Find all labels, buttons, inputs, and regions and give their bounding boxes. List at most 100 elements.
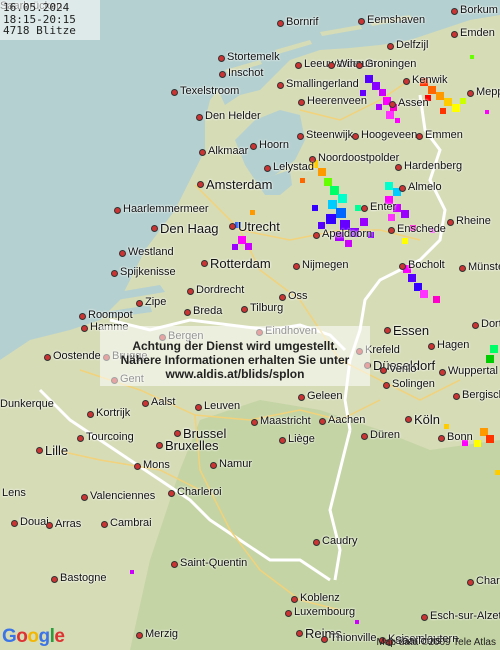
google-logo[interactable]: Google xyxy=(2,626,65,648)
city-label: Amsterdam xyxy=(206,177,273,192)
city-marker xyxy=(321,636,328,643)
city-label: Emden xyxy=(460,27,495,39)
city-label: Aalst xyxy=(151,396,176,408)
city-marker xyxy=(171,561,178,568)
strike-count-label: 4718 Blitze xyxy=(3,24,76,37)
city-marker xyxy=(405,416,412,423)
city-marker xyxy=(439,369,446,376)
city-label: Roompot xyxy=(88,309,133,321)
city-marker xyxy=(352,133,359,140)
city-marker xyxy=(196,114,203,121)
city-label: Kortrijk xyxy=(96,407,131,419)
city-marker xyxy=(219,71,226,78)
city-label: Dordrecht xyxy=(196,284,245,296)
city-label: Solingen xyxy=(392,378,435,390)
city-marker xyxy=(399,263,406,270)
city-label: Emmen xyxy=(425,129,463,141)
city-label: Saint-Quentin xyxy=(180,557,248,569)
city-marker xyxy=(389,101,396,108)
city-marker xyxy=(81,325,88,332)
city-marker xyxy=(11,520,18,527)
map-attribution[interactable]: Map data ©2009 Tele Atlas xyxy=(377,637,497,648)
city-marker xyxy=(472,322,479,329)
city-marker xyxy=(387,43,394,50)
city-marker xyxy=(438,435,445,442)
city-label: Apeldoorn xyxy=(322,228,373,240)
city-label: Hardenberg xyxy=(404,160,463,172)
city-marker xyxy=(421,614,428,621)
city-marker xyxy=(361,433,368,440)
city-label: Leuven xyxy=(204,400,241,412)
city-label: Texelstroom xyxy=(180,85,240,97)
city-marker xyxy=(79,313,86,320)
city-marker xyxy=(87,411,94,418)
city-label: Heerenveen xyxy=(307,95,367,107)
date-label: 16.05.2024 xyxy=(3,1,70,14)
city-label: Aachen xyxy=(328,414,366,426)
city-label: Assen xyxy=(398,97,429,109)
city-marker xyxy=(134,463,141,470)
city-label: Arras xyxy=(55,518,82,530)
city-marker xyxy=(174,430,181,437)
city-marker xyxy=(114,207,121,214)
city-marker xyxy=(151,225,158,232)
city-marker xyxy=(136,632,143,639)
city-label: Charleroi xyxy=(177,486,222,498)
city-label: Spijkenisse xyxy=(120,266,176,278)
city-label: Charleville-Mézières xyxy=(476,575,500,587)
city-marker xyxy=(197,181,204,188)
city-label: Bonn xyxy=(447,431,473,443)
lightning-map[interactable]: BorkumEmdenBornrifEemshavenStortemelkLee… xyxy=(0,0,500,650)
city-label: Düren xyxy=(370,429,400,441)
city-marker xyxy=(279,294,286,301)
city-marker xyxy=(416,133,423,140)
city-marker xyxy=(459,265,466,272)
city-marker xyxy=(285,610,292,617)
city-marker xyxy=(447,219,454,226)
city-marker xyxy=(229,223,236,230)
city-marker xyxy=(171,89,178,96)
city-label: Westland xyxy=(128,246,174,258)
city-marker xyxy=(395,164,402,171)
notice-line-2: Nähere Informationen erhalten Sie unter xyxy=(120,353,350,367)
city-label: Münster xyxy=(468,261,500,273)
city-marker xyxy=(328,62,335,69)
city-label: Almelo xyxy=(408,181,442,193)
city-label: Enschede xyxy=(397,223,446,235)
city-marker xyxy=(277,82,284,89)
city-label: Bocholt xyxy=(408,259,445,271)
city-marker xyxy=(201,260,208,267)
city-label: Hagen xyxy=(437,339,470,351)
city-label: Noordoostpolder xyxy=(318,152,400,164)
city-label: Enter xyxy=(370,201,397,213)
city-label: Hoogeveen xyxy=(361,129,418,141)
city-label: Geleen xyxy=(307,390,343,402)
city-marker xyxy=(383,382,390,389)
city-marker xyxy=(111,270,118,277)
city-label: Valenciennes xyxy=(90,490,156,502)
city-label: Stortemelk xyxy=(227,51,280,63)
city-label: Essen xyxy=(393,323,430,338)
city-marker xyxy=(361,205,368,212)
city-marker xyxy=(195,404,202,411)
notice-link[interactable]: www.aldis.at/blids/splon xyxy=(100,367,370,381)
city-marker xyxy=(279,437,286,444)
city-label: Dunkerque xyxy=(0,398,54,410)
city-marker xyxy=(241,306,248,313)
city-label: Thionville xyxy=(330,632,377,644)
city-marker xyxy=(451,31,458,38)
city-marker xyxy=(251,419,258,426)
city-label: Delfzijl xyxy=(396,39,429,51)
city-marker xyxy=(77,435,84,442)
city-marker xyxy=(156,442,163,449)
city-marker xyxy=(264,165,271,172)
city-marker xyxy=(451,8,458,15)
city-label: Smallingerland xyxy=(286,78,359,90)
city-label: Oostende xyxy=(53,350,101,362)
city-marker xyxy=(388,227,395,234)
city-marker xyxy=(403,78,410,85)
city-label: Douai xyxy=(20,516,49,528)
city-label: Breda xyxy=(193,305,223,317)
city-label: Cambrai xyxy=(110,517,152,529)
city-marker xyxy=(210,462,217,469)
